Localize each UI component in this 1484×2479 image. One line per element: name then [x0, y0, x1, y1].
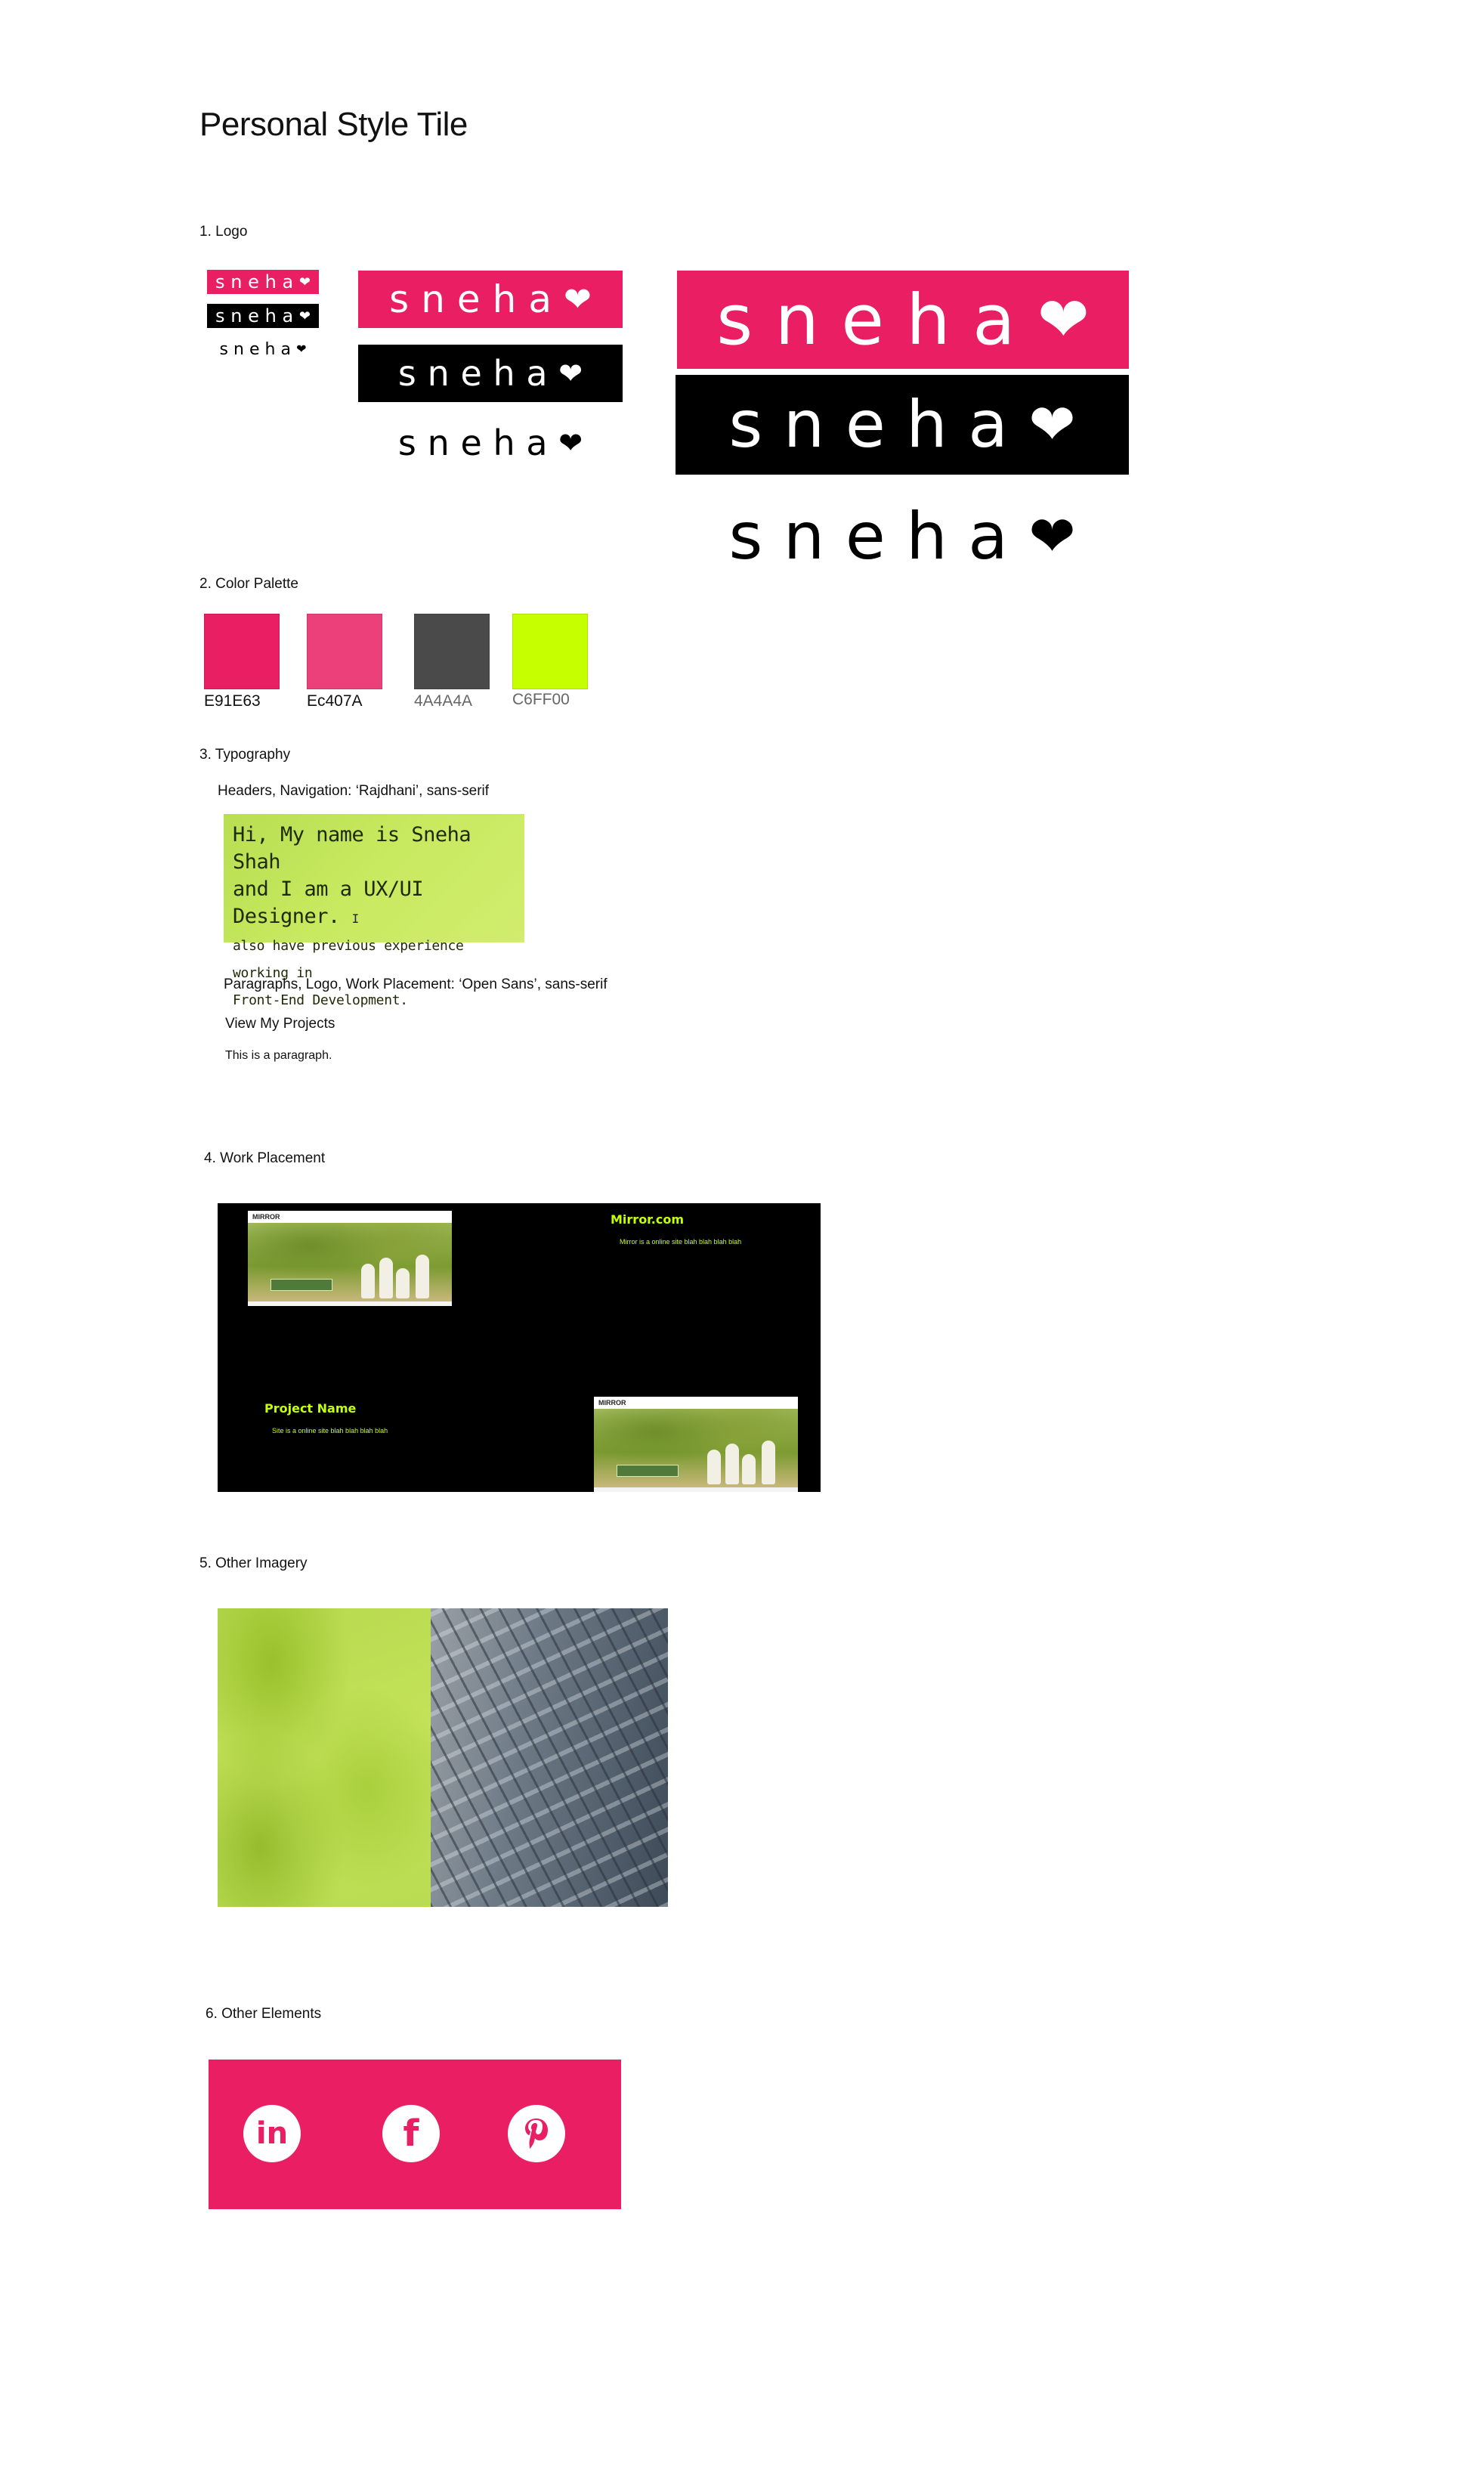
project-thumbnail-2[interactable]: MIRROR: [594, 1397, 798, 1492]
thumb-logo: MIRROR: [598, 1399, 626, 1407]
typo-sample-line1: Hi, My name is Sneha Shah: [233, 823, 471, 874]
linkedin-icon[interactable]: in: [243, 2105, 301, 2162]
swatch-dark-hex: 4A4A4A: [414, 692, 473, 710]
project1-desc: Mirror is a online site blah blah blah b…: [620, 1238, 742, 1246]
swatch-secondary: [307, 614, 382, 689]
paragraph-sample: This is a paragraph.: [225, 1049, 332, 1062]
logo-text: sneha: [728, 499, 1029, 574]
pinterest-icon[interactable]: [508, 2105, 565, 2162]
heart-icon: ❤: [1028, 393, 1076, 456]
logo-text: sneha: [728, 387, 1029, 463]
logo-small-plain: sneha ❤: [207, 337, 319, 361]
thumb-photo: [248, 1223, 452, 1301]
swatch-secondary-hex: Ec407A: [307, 692, 363, 710]
thumb-figure: [396, 1268, 410, 1298]
section-work-label: 4. Work Placement: [204, 1150, 326, 1166]
swatch-primary-hex: E91E63: [204, 692, 261, 710]
thumb-figure: [762, 1441, 775, 1484]
project2-title[interactable]: Project Name: [264, 1401, 356, 1416]
logo-text: sneha: [389, 277, 564, 321]
section-elements-label: 6. Other Elements: [206, 2006, 322, 2022]
thumb-figure: [379, 1258, 393, 1298]
project2-desc: Site is a online site blah blah blah bla…: [272, 1427, 388, 1434]
project-thumbnail-1[interactable]: MIRROR: [248, 1211, 452, 1306]
headers-font-label: Headers, Navigation: ‘Rajdhani’, sans-se…: [218, 783, 490, 799]
heart-icon: ❤: [558, 357, 583, 390]
swatch-accent: [512, 614, 588, 689]
work-placement-panel: MIRROR Mirror.com Mirror is a online sit…: [218, 1203, 821, 1492]
logo-text: sneha: [215, 305, 299, 327]
typography-sample: Hi, My name is Sneha Shah and I am a UX/…: [224, 814, 524, 1008]
thumb-figure: [725, 1444, 739, 1484]
logo-medium-plain: sneha ❤: [358, 414, 623, 472]
thumb-nav: MIRROR: [594, 1397, 798, 1409]
thumb-figure: [416, 1255, 429, 1298]
building-image: [431, 1608, 668, 1907]
social-bar: in f: [209, 2060, 621, 2209]
logo-text: sneha: [397, 353, 559, 394]
project1-title[interactable]: Mirror.com: [611, 1212, 684, 1227]
heart-icon: ❤: [298, 308, 311, 323]
view-projects-link[interactable]: View My Projects: [225, 1016, 335, 1032]
logo-large-black: sneha ❤: [676, 375, 1129, 475]
thumb-figure: [707, 1450, 721, 1484]
thumb-nav: MIRROR: [248, 1211, 452, 1223]
swatch-primary: [204, 614, 280, 689]
page-title: Personal Style Tile: [199, 106, 468, 143]
heart-icon: ❤: [1028, 505, 1076, 568]
imagery-panel: [218, 1608, 668, 1907]
swatch-dark: [414, 614, 490, 689]
logo-small-pink: sneha ❤: [207, 270, 319, 294]
heart-icon: ❤: [563, 280, 592, 318]
swatch-accent-hex: C6FF00: [512, 691, 570, 708]
logo-large-plain: sneha ❤: [676, 487, 1129, 586]
facebook-icon[interactable]: f: [382, 2105, 440, 2162]
logo-text: sneha: [219, 339, 297, 359]
logo-text: sneha: [397, 422, 559, 463]
heart-icon: ❤: [558, 427, 583, 460]
thumb-photo: [594, 1409, 798, 1487]
thumb-button: [617, 1465, 679, 1477]
heart-icon: ❤: [296, 343, 307, 356]
typo-sample-line2-tail: I: [351, 911, 360, 926]
pinterest-glyph: [525, 2118, 548, 2149]
green-texture-image: [218, 1608, 431, 1907]
section-typography-label: 3. Typography: [199, 747, 291, 763]
logo-medium-black: sneha ❤: [358, 345, 623, 402]
typo-sample-line2: and I am a UX/UI Designer.: [233, 877, 424, 928]
section-logo-label: 1. Logo: [199, 224, 248, 240]
section-imagery-label: 5. Other Imagery: [199, 1555, 308, 1571]
thumb-button: [271, 1279, 332, 1291]
logo-medium-pink: sneha ❤: [358, 271, 623, 328]
section-color-label: 2. Color Palette: [199, 576, 298, 592]
heart-icon: ❤: [298, 274, 311, 289]
paragraphs-font-label: Paragraphs, Logo, Work Placement: ‘Open …: [224, 976, 608, 992]
logo-small-black: sneha ❤: [207, 304, 319, 328]
thumb-logo: MIRROR: [252, 1213, 280, 1221]
thumb-figure: [361, 1264, 375, 1298]
logo-text: sneha: [716, 279, 1037, 361]
logo-large-pink: sneha ❤: [677, 271, 1129, 369]
heart-icon: ❤: [1037, 285, 1090, 354]
logo-text: sneha: [215, 271, 299, 292]
thumb-figure: [742, 1454, 756, 1484]
